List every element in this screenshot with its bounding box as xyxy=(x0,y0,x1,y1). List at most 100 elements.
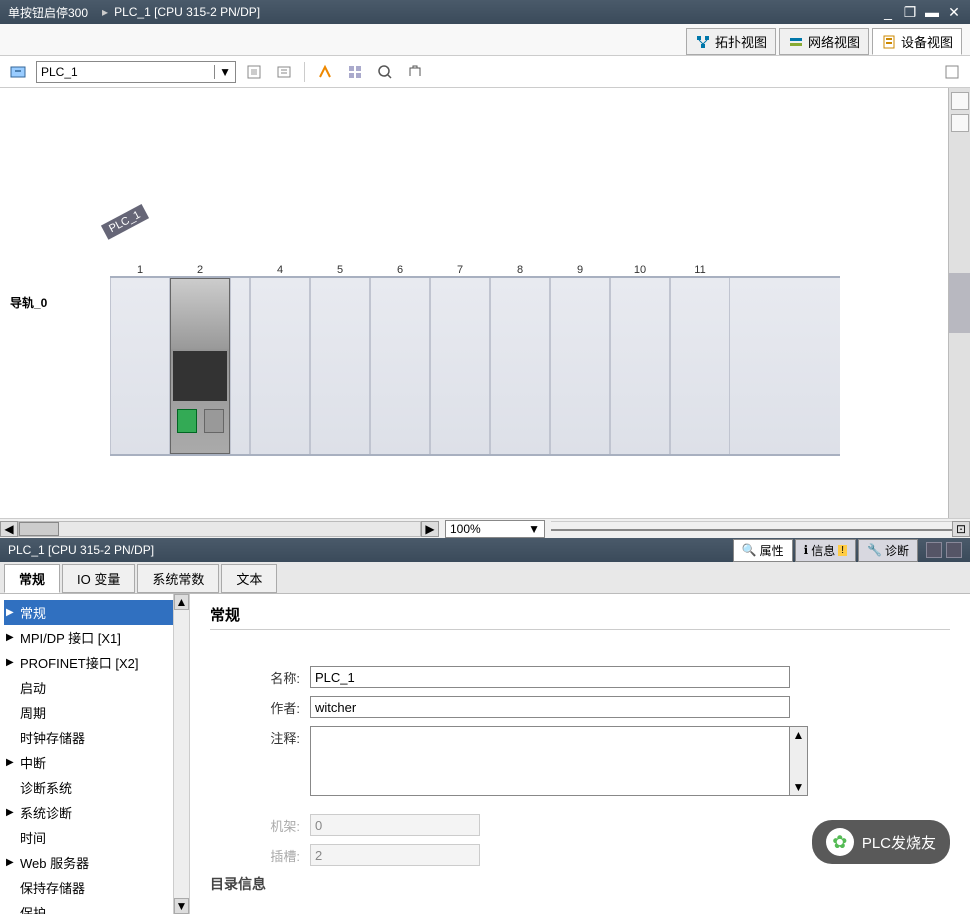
property-panel: ▶常规▶MPI/DP 接口 [X1]▶PROFINET接口 [X2]启动周期时钟… xyxy=(0,594,970,914)
rack-slot-7[interactable] xyxy=(430,278,490,454)
tab-texts[interactable]: 文本 xyxy=(221,564,277,593)
minimize-button[interactable]: _ xyxy=(880,4,896,20)
expand-icon[interactable]: ▶ xyxy=(6,657,14,668)
side-tool-1[interactable] xyxy=(951,92,969,110)
watermark: ✿ PLC发烧友 xyxy=(812,820,950,864)
rack-slot-10[interactable] xyxy=(610,278,670,454)
breadcrumb-project: 单按钮启停300 xyxy=(8,4,88,21)
tab-info-label: 信息 xyxy=(811,542,835,559)
expand-icon[interactable]: ▶ xyxy=(6,632,14,643)
scroll-right-icon[interactable]: ▶ xyxy=(421,521,439,537)
property-form: 常规 名称: 作者: 注释: ▲ ▼ 机架: 插槽: xyxy=(190,594,970,914)
show-addresses-icon[interactable] xyxy=(272,60,296,84)
tree-scrollbar[interactable]: ▲ ▼ xyxy=(173,594,189,914)
zoom-selector[interactable]: 100% ▼ xyxy=(445,520,545,538)
dropdown-icon: ▼ xyxy=(528,522,540,536)
unplugged-modules-icon[interactable] xyxy=(242,60,266,84)
scroll-up-icon[interactable]: ▲ xyxy=(174,594,189,610)
tree-item[interactable]: ▶系统诊断 xyxy=(4,800,185,825)
hscroll-track[interactable] xyxy=(18,521,421,537)
rack-slot-8[interactable] xyxy=(490,278,550,454)
toolbar-right-icon[interactable] xyxy=(940,60,964,84)
rack-body[interactable] xyxy=(110,276,840,456)
cpu-module[interactable] xyxy=(170,278,230,454)
expand-icon[interactable]: ▶ xyxy=(6,857,14,868)
tree-item[interactable]: 周期 xyxy=(4,700,185,725)
inspector-header: PLC_1 [CPU 315-2 PN/DP] 🔍 属性 ℹ 信息 ! 🔧 诊断 xyxy=(0,538,970,562)
rack-slot-5[interactable] xyxy=(310,278,370,454)
rack-slot-3[interactable] xyxy=(230,278,250,454)
tree-item[interactable]: ▶常规 xyxy=(4,600,185,625)
hscroll-thumb[interactable] xyxy=(19,522,59,536)
rack-number-field xyxy=(310,814,480,836)
tree-item[interactable]: 启动 xyxy=(4,675,185,700)
watermark-text: PLC发烧友 xyxy=(862,832,936,853)
scroll-down-icon[interactable]: ▼ xyxy=(790,779,807,795)
rack-number-label: 机架: xyxy=(210,814,300,835)
inspector-title: PLC_1 [CPU 315-2 PN/DP] xyxy=(8,543,154,557)
rack-slot-4[interactable] xyxy=(250,278,310,454)
tree-item[interactable]: ▶中断 xyxy=(4,750,185,775)
tree-item-label: 时间 xyxy=(20,828,46,847)
scroll-up-icon[interactable]: ▲ xyxy=(790,727,807,743)
tree-item[interactable]: 时钟存储器 xyxy=(4,725,185,750)
tree-item[interactable]: ▶ MPI/DP 接口 [X1] xyxy=(4,625,185,650)
tab-device-view[interactable]: 设备视图 xyxy=(872,28,962,55)
tree-item-label: MPI/DP 接口 [X1] xyxy=(20,628,121,647)
slot-number-label: 插槽: xyxy=(210,844,300,865)
module-insert-icon[interactable] xyxy=(6,60,30,84)
tree-item[interactable]: 时间 xyxy=(4,825,185,850)
tab-info[interactable]: ℹ 信息 ! xyxy=(795,539,856,562)
scroll-down-icon[interactable]: ▼ xyxy=(174,898,189,914)
rack-slot-11[interactable] xyxy=(670,278,730,454)
tree-item[interactable]: ▶Web 服务器 xyxy=(4,850,185,875)
scroll-left-icon[interactable]: ◀ xyxy=(0,521,18,537)
comment-label: 注释: xyxy=(210,726,300,747)
tab-io-tags[interactable]: IO 变量 xyxy=(62,564,135,593)
author-label: 作者: xyxy=(210,696,300,717)
inspector-collapse-button[interactable] xyxy=(926,542,942,558)
restore-button[interactable]: ❐ xyxy=(902,4,918,20)
rack-slot-1[interactable] xyxy=(110,278,170,454)
tree-item[interactable]: 诊断系统 xyxy=(4,775,185,800)
plc-flag-label[interactable]: PLC_1 xyxy=(101,204,149,240)
inspector-expand-button[interactable] xyxy=(946,542,962,558)
expand-icon[interactable]: ▶ xyxy=(6,757,14,768)
rack: PLC_1 导轨_0 1 2 4 5 6 7 8 9 10 11 xyxy=(110,264,840,456)
name-input[interactable] xyxy=(310,666,790,688)
zoom-icon[interactable] xyxy=(373,60,397,84)
slot-number: 9 xyxy=(550,264,610,276)
tree-item-label: 时钟存储器 xyxy=(20,728,85,747)
tree-item[interactable]: ▶PROFINET接口 [X2] xyxy=(4,650,185,675)
tab-properties[interactable]: 🔍 属性 xyxy=(733,539,793,562)
comment-textarea[interactable] xyxy=(310,726,790,796)
side-tool-2[interactable] xyxy=(951,114,969,132)
tree-item-label: 保持存储器 xyxy=(20,878,85,897)
save-layout-icon[interactable] xyxy=(403,60,427,84)
tab-system-constants[interactable]: 系统常数 xyxy=(137,564,219,593)
fit-view-icon[interactable]: ⊡ xyxy=(952,521,970,537)
expand-icon[interactable]: ▶ xyxy=(6,807,14,818)
author-input[interactable] xyxy=(310,696,790,718)
close-button[interactable]: ✕ xyxy=(946,4,962,20)
device-canvas[interactable]: PLC_1 导轨_0 1 2 4 5 6 7 8 9 10 11 xyxy=(0,88,970,518)
tab-diagnostics[interactable]: 🔧 诊断 xyxy=(858,539,918,562)
device-selector[interactable]: PLC_1 ▼ xyxy=(36,61,236,83)
textarea-scrollbar[interactable]: ▲ ▼ xyxy=(790,726,808,796)
tree-item[interactable]: 保持存储器 xyxy=(4,875,185,900)
canvas-side-tools xyxy=(948,88,970,518)
maximize-button[interactable]: ▬ xyxy=(924,4,940,20)
info-icon: ℹ xyxy=(804,543,809,557)
cpu-display xyxy=(173,351,227,401)
highlight-icon[interactable] xyxy=(313,60,337,84)
expand-icon[interactable]: ▶ xyxy=(6,607,14,618)
zoom-slider[interactable] xyxy=(551,521,952,537)
side-panel-handle[interactable] xyxy=(949,273,970,333)
rack-slot-9[interactable] xyxy=(550,278,610,454)
tab-general[interactable]: 常规 xyxy=(4,564,60,593)
tab-topology-view[interactable]: 拓扑视图 xyxy=(686,28,776,55)
tab-network-view[interactable]: 网络视图 xyxy=(779,28,869,55)
rack-slot-6[interactable] xyxy=(370,278,430,454)
overview-icon[interactable] xyxy=(343,60,367,84)
tree-item[interactable]: 保护 xyxy=(4,900,185,914)
